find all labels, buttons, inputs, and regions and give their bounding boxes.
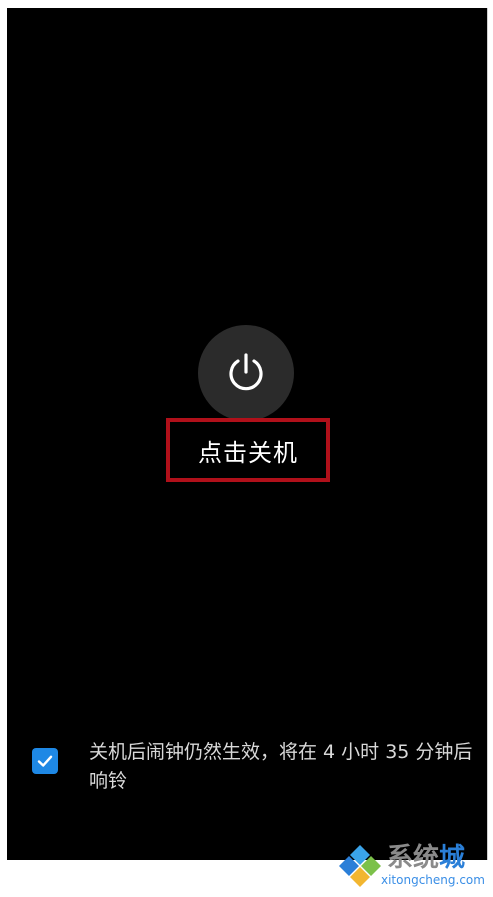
power-icon	[229, 353, 263, 391]
alarm-notice-text: 关机后闹钟仍然生效，将在 4 小时 35 分钟后响铃	[89, 741, 473, 792]
watermark-logo-icon	[339, 845, 381, 887]
watermark-url: xitongcheng.com	[381, 873, 485, 887]
shutdown-label-highlight: 点击关机	[166, 418, 330, 482]
shutdown-label[interactable]: 点击关机	[198, 433, 298, 468]
power-off-button[interactable]	[198, 325, 294, 421]
phone-screen: 点击关机 关机后闹钟仍然生效，将在 4 小时 35 分钟后响铃	[7, 8, 488, 860]
watermark: 系统城 xitongcheng.com	[337, 837, 489, 893]
alarm-checkbox[interactable]	[32, 748, 58, 774]
screenshot-frame: 点击关机 关机后闹钟仍然生效，将在 4 小时 35 分钟后响铃 系统城 xito…	[0, 0, 493, 897]
watermark-name: 系统城	[387, 843, 466, 873]
checkmark-icon	[37, 755, 53, 767]
